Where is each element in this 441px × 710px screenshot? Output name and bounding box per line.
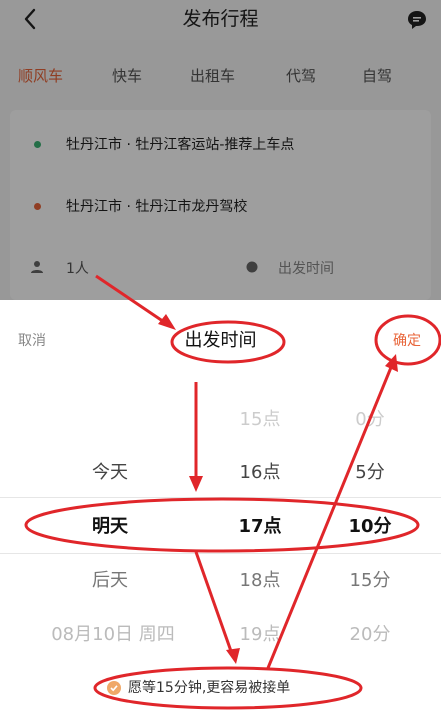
day-option[interactable]: 08月10日 周四	[28, 620, 198, 646]
minute-option-selected[interactable]: 10分	[320, 512, 420, 538]
hour-option-selected[interactable]: 17点	[210, 512, 310, 538]
sheet-title: 出发时间	[184, 330, 257, 351]
trip-page: 发布行程 顺风车 快车 出租车 代驾 自驾 牡丹江市 · 牡丹江客运站-推荐上车…	[0, 0, 441, 300]
hour-option[interactable]: 16点	[210, 458, 310, 484]
confirm-button[interactable]: 确定	[393, 330, 421, 350]
hour-option[interactable]: 19点	[210, 620, 310, 646]
minute-option[interactable]: 0分	[320, 405, 420, 431]
day-option-selected[interactable]: 明天	[60, 512, 160, 538]
minute-option[interactable]: 15分	[320, 566, 420, 592]
wait-option-label[interactable]: 愿等15分钟,更容易被接单	[128, 677, 290, 697]
minute-option[interactable]: 5分	[320, 458, 420, 484]
day-option[interactable]: 今天	[60, 458, 160, 484]
minute-option[interactable]: 20分	[320, 620, 420, 646]
day-option[interactable]: 后天	[60, 566, 160, 592]
hour-option[interactable]: 15点	[210, 405, 310, 431]
dim-overlay[interactable]	[0, 0, 441, 300]
hour-option[interactable]: 18点	[210, 566, 310, 592]
checkmark-icon	[110, 685, 118, 692]
sheet-header: 取消 出发时间 确定	[0, 300, 441, 380]
